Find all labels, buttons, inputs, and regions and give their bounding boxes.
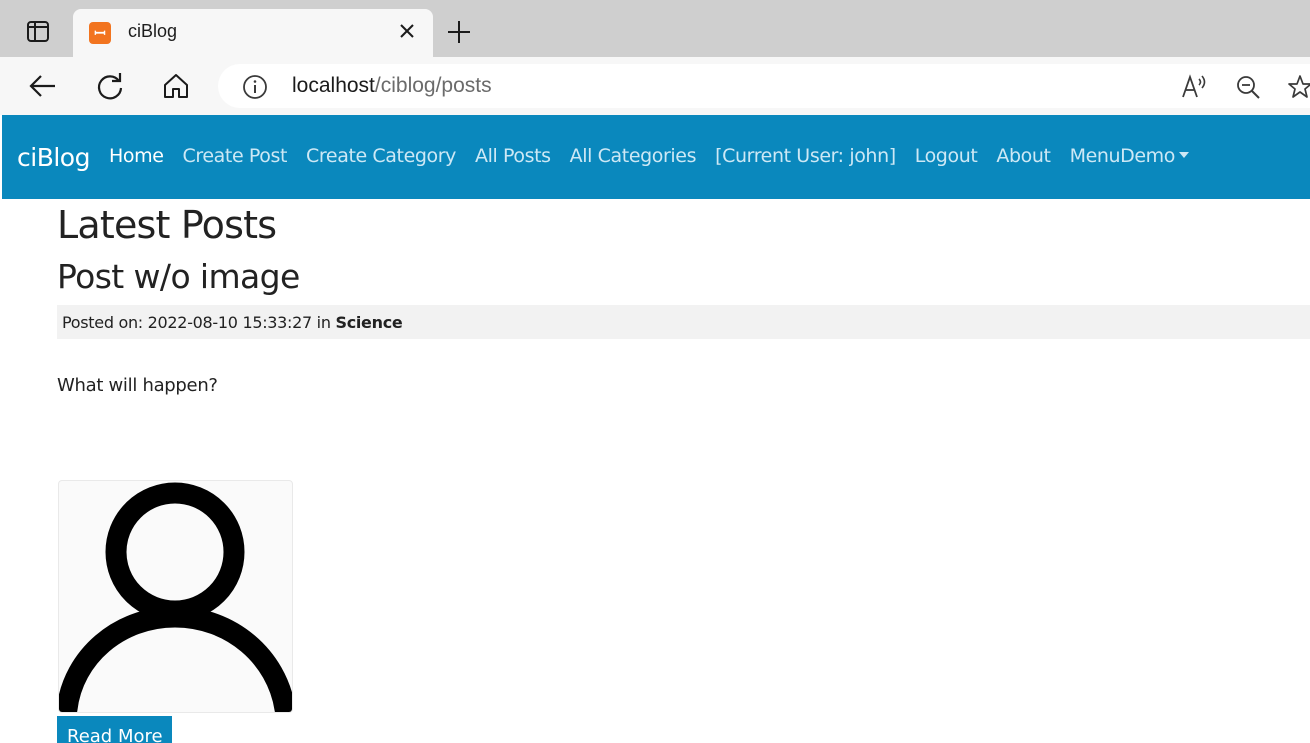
favorites-icon[interactable] — [1286, 73, 1310, 101]
nav-item-current-user[interactable]: [Current User: john] — [715, 145, 896, 167]
browser-tabstrip: ꟷ ciBlog — [0, 0, 1310, 57]
post-category: Science — [335, 313, 403, 332]
nav-item-all-posts[interactable]: All Posts — [475, 145, 551, 167]
new-tab-icon[interactable] — [445, 18, 473, 46]
browser-toolbar: localhost/ciblog/posts — [0, 57, 1310, 115]
nav-item-logout[interactable]: Logout — [915, 145, 978, 167]
address-host: localhost — [292, 74, 375, 97]
read-more-button[interactable]: Read More — [57, 716, 172, 743]
xampp-icon: ꟷ — [89, 22, 111, 44]
browser-tab[interactable]: ꟷ ciBlog — [73, 9, 433, 57]
page-title: Latest Posts — [57, 203, 277, 247]
post-title[interactable]: Post w/o image — [57, 257, 300, 296]
nav-item-all-categories[interactable]: All Categories — [570, 145, 697, 167]
read-aloud-icon[interactable] — [1180, 73, 1208, 101]
post-body: What will happen? — [57, 375, 218, 396]
address-bar[interactable]: localhost/ciblog/posts — [218, 64, 1310, 108]
post-thumbnail — [58, 480, 293, 713]
post-date: Posted on: 2022-08-10 15:33:27 in — [62, 313, 336, 332]
zoom-out-icon[interactable] — [1234, 73, 1262, 101]
address-url: localhost/ciblog/posts — [292, 74, 492, 98]
tab-title: ciBlog — [128, 21, 178, 41]
close-icon[interactable] — [395, 19, 419, 43]
home-icon[interactable] — [159, 69, 193, 103]
nav-item-about[interactable]: About — [996, 145, 1051, 167]
info-icon[interactable] — [242, 74, 268, 100]
nav-item-menudemo[interactable]: MenuDemo — [1070, 145, 1189, 167]
menudemo-label: MenuDemo — [1069, 145, 1176, 167]
nav-item-home[interactable]: Home — [109, 145, 164, 167]
brand-logo[interactable]: ciBlog — [17, 143, 90, 172]
nav-item-create-category[interactable]: Create Category — [306, 145, 456, 167]
sidebar-icon[interactable] — [18, 16, 58, 48]
nav-item-create-post[interactable]: Create Post — [183, 145, 288, 167]
nav-links: Home Create Post Create Category All Pos… — [109, 145, 1189, 167]
refresh-icon[interactable] — [93, 69, 127, 103]
user-avatar-icon — [59, 482, 292, 712]
post-meta: Posted on: 2022-08-10 15:33:27 in Scienc… — [57, 305, 1310, 339]
site-navbar: ciBlog Home Create Post Create Category … — [2, 115, 1310, 199]
address-path: /ciblog/posts — [374, 74, 492, 97]
back-icon[interactable] — [26, 69, 60, 103]
dropdown-caret-icon — [1179, 151, 1189, 158]
